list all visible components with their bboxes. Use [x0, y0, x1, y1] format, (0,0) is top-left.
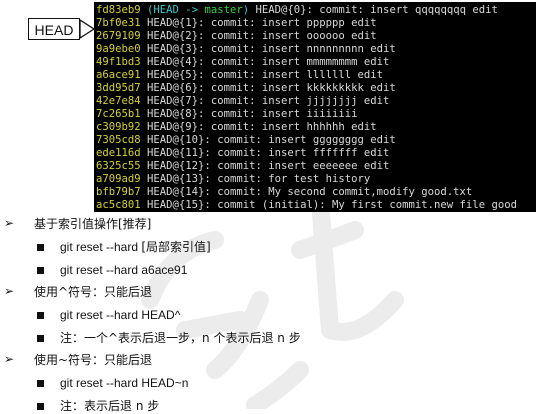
reflog-line: 3dd95d7 HEAD@{6}: commit: insert kkkkkkk…: [94, 82, 536, 95]
head-label: HEAD: [28, 18, 80, 40]
reflog-line: 42e7e84 HEAD@{7}: commit: insert jjjjjjj…: [94, 95, 536, 108]
reflog-line: c309b92 HEAD@{9}: commit: insert hhhhhh …: [94, 121, 536, 134]
ref-branch: master: [204, 4, 243, 16]
reflog-message: HEAD@{12}: commit: insert eeeeeee edit: [140, 160, 390, 172]
commit-hash: a709ad9: [96, 173, 141, 185]
reflog-line: ede116d HEAD@{11}: commit: insert ffffff…: [94, 147, 536, 160]
square-bullet-icon: [37, 244, 44, 251]
reflog-message: HEAD@{7}: commit: insert jjjjjjjj edit: [140, 95, 390, 107]
section-title: 使用~符号：只能后退: [34, 353, 153, 367]
reflog-message: HEAD@{10}: commit: insert gggggggg edit: [140, 134, 396, 146]
reflog-message: HEAD@{5}: commit: insert lllllll edit: [140, 69, 384, 81]
square-bullet-icon: [37, 380, 44, 387]
reflog-message: HEAD@{9}: commit: insert hhhhhh edit: [140, 121, 377, 133]
reflog-message: HEAD@{1}: commit: insert pppppp edit: [140, 17, 377, 29]
reflog-message: HEAD@{13}: commit: for test history: [140, 173, 371, 185]
list-item: git reset --hard HEAD~n: [60, 376, 189, 390]
commit-hash: 2679109: [96, 30, 141, 42]
commit-hash: 9a9ebe0: [96, 43, 141, 55]
reflog-line: a6ace91 HEAD@{5}: commit: insert lllllll…: [94, 69, 536, 82]
list-item: git reset --hard a6ace91: [60, 263, 188, 277]
reflog-line: 2679109 HEAD@{2}: commit: insert oooooo …: [94, 30, 536, 43]
section-title: 基于索引值操作[推荐]: [34, 217, 152, 231]
reflog-message: HEAD@{11}: commit: insert fffffff edit: [140, 147, 390, 159]
reflog-line: 6325c55 HEAD@{12}: commit: insert eeeeee…: [94, 160, 536, 173]
commit-hash: 49f1bd3: [96, 56, 141, 68]
commit-hash: ac5c801: [96, 199, 141, 211]
reflog-line: ac5c801 HEAD@{15}: commit (initial): My …: [94, 199, 536, 212]
ref-open: (: [140, 4, 154, 16]
reflog-line: a709ad9 HEAD@{13}: commit: for test hist…: [94, 173, 536, 186]
reflog-message: HEAD@{6}: commit: insert kkkkkkkkk edit: [140, 82, 396, 94]
terminal-reflog-output: fd83eb9 (HEAD -> master) HEAD@{0}: commi…: [94, 2, 536, 212]
list-item: 注：一个^表示后退一步，n 个表示后退 n 步: [60, 331, 301, 345]
reflog-line: 7305cd8 HEAD@{10}: commit: insert gggggg…: [94, 134, 536, 147]
commit-hash: 42e7e84: [96, 95, 141, 107]
commit-hash: 6325c55: [96, 160, 141, 172]
arrow-bullet-icon: ➢: [4, 352, 15, 366]
square-bullet-icon: [37, 267, 44, 274]
ref-head: HEAD ->: [153, 4, 205, 16]
reflog-message: HEAD@{3}: commit: insert nnnnnnnnn edit: [140, 43, 396, 55]
reflog-line: 7c265b1 HEAD@{8}: commit: insert iiiiiii…: [94, 108, 536, 121]
list-item: git reset --hard [局部索引值]: [60, 240, 211, 254]
reflog-message: HEAD@{14}: commit: My second commit,modi…: [140, 186, 473, 198]
list-item: git reset --hard HEAD^: [60, 308, 181, 322]
reflog-message: HEAD@{8}: commit: insert iiiiiiii: [140, 108, 358, 120]
reflog-line: 7bf0e31 HEAD@{1}: commit: insert pppppp …: [94, 17, 536, 30]
square-bullet-icon: [37, 312, 44, 319]
commit-hash: 7bf0e31: [96, 17, 141, 29]
reflog-message: HEAD@{15}: commit (initial): My first co…: [140, 199, 517, 211]
reflog-message: HEAD@{0}: commit: insert qqqqqqqq edit: [249, 4, 498, 16]
commit-hash: a6ace91: [96, 69, 141, 81]
commit-hash: ede116d: [96, 147, 141, 159]
reflog-line: fd83eb9 (HEAD -> master) HEAD@{0}: commi…: [94, 4, 536, 17]
commit-hash: c309b92: [96, 121, 141, 133]
list-item: 注：表示后退 n 步: [60, 399, 160, 413]
square-bullet-icon: [37, 335, 44, 342]
commit-hash: 7c265b1: [96, 108, 141, 120]
arrow-bullet-icon: ➢: [4, 284, 15, 298]
reflog-message: HEAD@{2}: commit: insert oooooo edit: [140, 30, 377, 42]
commit-hash: 3dd95d7: [96, 82, 141, 94]
reflog-line: 49f1bd3 HEAD@{4}: commit: insert mmmmmmm…: [94, 56, 536, 69]
reflog-line: bfb79b7 HEAD@{14}: commit: My second com…: [94, 186, 536, 199]
commit-hash: bfb79b7: [96, 186, 141, 198]
commit-hash: fd83eb9: [96, 4, 141, 16]
commit-hash: 7305cd8: [96, 134, 141, 146]
section-title: 使用^符号：只能后退: [34, 285, 153, 299]
arrow-bullet-icon: ➢: [4, 216, 15, 230]
reflog-message: HEAD@{4}: commit: insert mmmmmmmm edit: [140, 56, 390, 68]
reflog-line: 9a9ebe0 HEAD@{3}: commit: insert nnnnnnn…: [94, 43, 536, 56]
